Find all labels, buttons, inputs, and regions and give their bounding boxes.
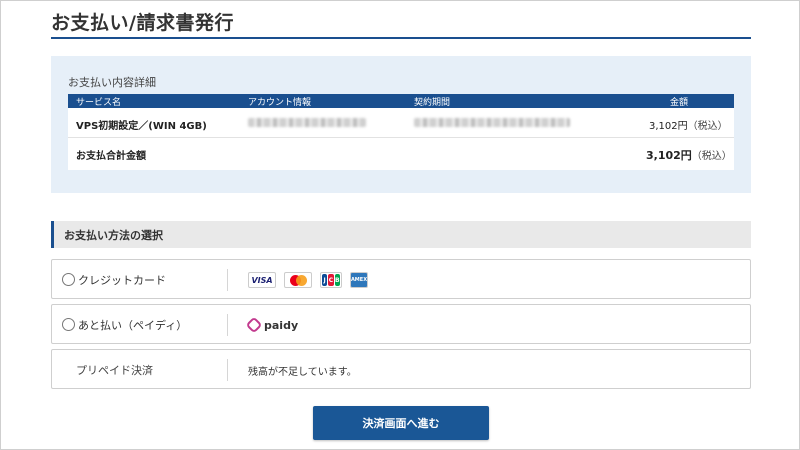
jcb-icon: JCB	[320, 272, 342, 288]
option-divider	[227, 269, 228, 291]
mastercard-icon	[284, 272, 312, 288]
row-amount: 3,102円（税込）	[649, 121, 728, 132]
column-header-amount: 金額	[670, 98, 689, 108]
table-row: VPS初期設定／(WIN 4GB) 3,102円（税込）	[68, 108, 734, 138]
column-header-period: 契約期間	[414, 98, 451, 108]
total-amount: 3,102円（税込）	[646, 149, 732, 162]
prepaid-note: 残高が不足しています。	[248, 366, 357, 378]
payment-details-panel: お支払い内容詳細 サービス名 アカウント情報 契約期間 金額 VPS初期設定／(…	[51, 56, 751, 193]
paidy-label: あと払い（ペイディ）	[78, 319, 188, 332]
option-divider	[227, 359, 228, 381]
account-info-redacted	[248, 118, 366, 130]
payment-option-credit-card[interactable]: クレジットカード VISA JCB AMEX	[51, 259, 751, 299]
total-label: お支払合計金額	[76, 151, 146, 162]
payment-method-heading: お支払い方法の選択	[51, 221, 751, 248]
paidy-logo: paidy	[245, 315, 299, 335]
column-header-service: サービス名	[76, 98, 122, 108]
payment-method-heading-label: お支払い方法の選択	[64, 229, 163, 242]
payment-details-heading: お支払い内容詳細	[68, 76, 156, 89]
prepaid-label: プリペイド決済	[76, 364, 153, 377]
payment-option-prepaid: プリペイド決済 残高が不足しています。	[51, 349, 751, 389]
column-header-account: アカウント情報	[248, 98, 312, 108]
page-title: お支払い/請求書発行	[51, 12, 234, 34]
credit-card-radio[interactable]	[62, 273, 75, 286]
paidy-icon	[245, 316, 263, 334]
title-underline	[51, 37, 751, 39]
table-header: サービス名 アカウント情報 契約期間 金額	[68, 94, 734, 108]
paidy-brand: paidy	[245, 316, 299, 334]
total-row: お支払合計金額 3,102円（税込）	[68, 138, 734, 170]
payment-details-table: サービス名 アカウント情報 契約期間 金額 VPS初期設定／(WIN 4GB) …	[68, 94, 734, 170]
credit-card-label: クレジットカード	[78, 274, 166, 287]
option-divider	[227, 314, 228, 336]
amex-icon: AMEX	[350, 272, 368, 288]
visa-icon: VISA	[248, 272, 276, 288]
paidy-wordmark: paidy	[264, 318, 299, 332]
contract-period-redacted	[414, 118, 570, 130]
paidy-radio[interactable]	[62, 318, 75, 331]
service-name: VPS初期設定／(WIN 4GB)	[76, 121, 207, 132]
proceed-to-payment-button[interactable]: 決済画面へ進む	[313, 406, 489, 440]
card-brand-logos: VISA JCB AMEX	[248, 270, 368, 290]
payment-option-paidy[interactable]: あと払い（ペイディ） paidy	[51, 304, 751, 344]
